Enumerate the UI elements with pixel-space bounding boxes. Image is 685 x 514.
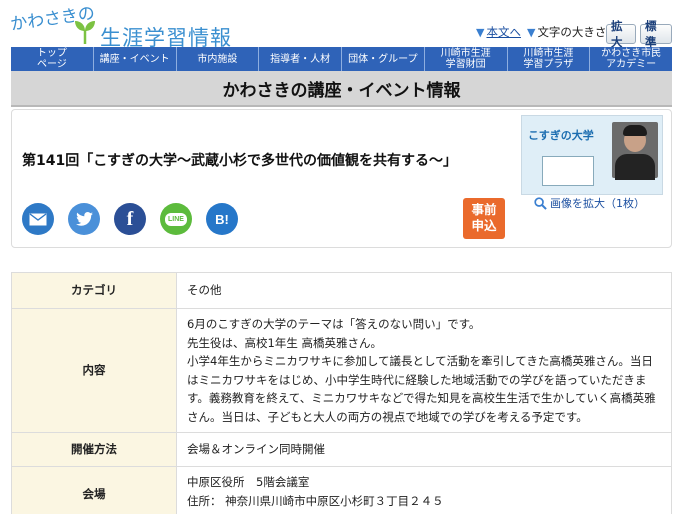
- skip-to-content-link[interactable]: 本文へ: [486, 24, 521, 40]
- method-label: 開催方法: [11, 432, 177, 467]
- lecturer-photo: [612, 122, 658, 180]
- text-standard-button[interactable]: 標準: [640, 19, 672, 49]
- content-line: 先生役は、高校1年生 高橋英雅さん。: [187, 335, 382, 350]
- nav-item-academy[interactable]: かわさき市民 アカデミー: [590, 47, 672, 71]
- event-title: 第141回「こすぎの大学〜武蔵小杉で多世代の価値観を共有する〜」: [22, 153, 457, 169]
- thumbnail-info-box: [542, 156, 594, 186]
- sprout-icon: [75, 21, 95, 44]
- table-row: 会場 中原区役所 5階会議室 住所： 神奈川県川崎市中原区小杉町３丁目２４５: [11, 466, 672, 514]
- hatena-bookmark-icon[interactable]: B!: [206, 203, 238, 235]
- text-size-label: 文字の大きさ: [537, 25, 607, 39]
- magnifier-icon: [534, 196, 547, 210]
- utility-links: ▼ 本文へ ▼ 文字の大きさ: [476, 24, 606, 40]
- event-thumbnail[interactable]: こすぎの大学: [521, 115, 663, 195]
- zoom-image-link[interactable]: 画像を拡大（1枚）: [534, 195, 645, 211]
- thumbnail-title: こすぎの大学: [528, 129, 594, 142]
- method-value: 会場＆オンライン同時開催: [176, 432, 672, 467]
- site-logo[interactable]: かわさきの 生涯学習情報: [9, 3, 242, 50]
- event-card: 第141回「こすぎの大学〜武蔵小杉で多世代の価値観を共有する〜」 f LINE …: [11, 109, 672, 248]
- facebook-icon[interactable]: f: [114, 203, 146, 235]
- share-buttons: f LINE B!: [22, 203, 238, 235]
- content-value: 6月のこすぎの大学のテーマは「答えのない問い」です。 先生役は、高校1年生 高橋…: [176, 308, 672, 433]
- mail-icon[interactable]: [22, 203, 54, 235]
- nav-item-groups[interactable]: 団体・グループ: [342, 47, 425, 71]
- content-line: 小学4年生からミニカワサキに参加して議長として活動を牽引してきた高橋英雅さん。当…: [187, 354, 656, 424]
- category-label: カテゴリ: [11, 272, 177, 309]
- venue-name: 中原区役所 5階会議室: [187, 475, 310, 489]
- site-header: かわさきの 生涯学習情報 ▼ 本文へ ▼ 文字の大きさ 拡大 標準: [0, 0, 685, 50]
- event-details-table: カテゴリ その他 内容 6月のこすぎの大学のテーマは「答えのない問い」です。 先…: [11, 272, 672, 514]
- table-row: 開催方法 会場＆オンライン同時開催: [11, 432, 672, 467]
- twitter-icon[interactable]: [68, 203, 100, 235]
- global-nav: トップ ページ 講座・イベント 市内施設 指導者・人材 団体・グループ 川崎市生…: [11, 47, 672, 71]
- triangle-down-icon: ▼: [526, 25, 536, 39]
- table-row: カテゴリ その他: [11, 272, 672, 309]
- table-row: 内容 6月のこすぎの大学のテーマは「答えのない問い」です。 先生役は、高校1年生…: [11, 308, 672, 433]
- content-line: 6月のこすぎの大学のテーマは「答えのない問い」です。: [187, 317, 481, 331]
- line-icon-text: LINE: [165, 212, 187, 226]
- venue-label: 会場: [11, 466, 177, 514]
- nav-item-foundation[interactable]: 川崎市生涯 学習財団: [425, 47, 508, 71]
- category-value: その他: [176, 272, 672, 309]
- zoom-image-label: 画像を拡大（1枚）: [550, 197, 645, 210]
- line-icon[interactable]: LINE: [160, 203, 192, 235]
- content-label: 内容: [11, 308, 177, 433]
- nav-item-plaza[interactable]: 川崎市生涯 学習プラザ: [508, 47, 591, 71]
- nav-item-facilities[interactable]: 市内施設: [177, 47, 260, 71]
- venue-value: 中原区役所 5階会議室 住所： 神奈川県川崎市中原区小杉町３丁目２４５: [176, 466, 672, 514]
- venue-address: 住所： 神奈川県川崎市中原区小杉町３丁目２４５: [187, 493, 444, 508]
- nav-item-top[interactable]: トップ ページ: [11, 47, 94, 71]
- nav-item-instructors[interactable]: 指導者・人材: [259, 47, 342, 71]
- triangle-down-icon: ▼: [476, 25, 485, 39]
- text-enlarge-button[interactable]: 拡大: [606, 19, 636, 49]
- pre-registration-button[interactable]: 事前 申込: [463, 198, 505, 239]
- section-title: かわさきの講座・イベント情報: [11, 71, 672, 107]
- nav-item-courses-events[interactable]: 講座・イベント: [94, 47, 177, 71]
